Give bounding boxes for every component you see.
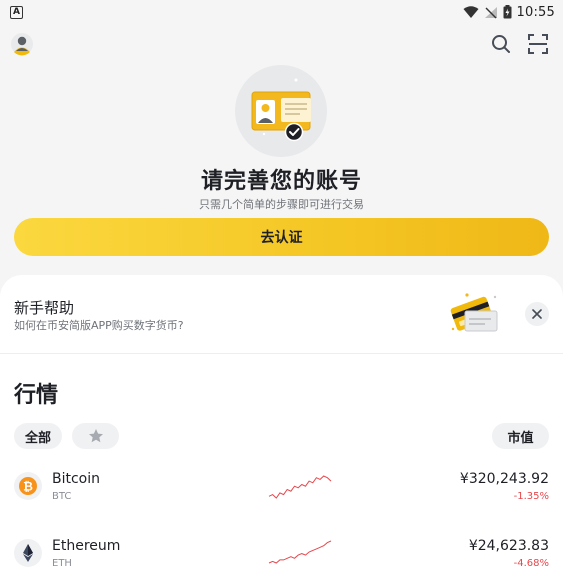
coin-name: Bitcoin — [52, 471, 101, 487]
verify-button[interactable]: 去认证 — [14, 218, 549, 256]
close-icon — [532, 309, 542, 319]
sparkline-line — [268, 475, 332, 499]
sort-market-cap-button[interactable]: 市值 — [492, 423, 549, 449]
market-row-eth[interactable]: Ethereum ETH ¥24,623.83 -4.68% — [0, 527, 563, 577]
clock: 10:55 — [516, 4, 555, 20]
credit-card-illustration — [450, 293, 498, 332]
hero-title: 请完善您的账号 — [200, 169, 362, 194]
market-title: 行情 — [14, 383, 59, 408]
search-icon[interactable] — [490, 33, 512, 55]
id-card-illustration — [235, 65, 327, 157]
filter-favorites-tab[interactable] — [72, 423, 119, 449]
sparkline-chart — [268, 475, 332, 499]
svg-text:₿: ₿ — [23, 480, 33, 494]
wifi-icon — [463, 5, 479, 18]
bitcoin-icon: ₿ — [14, 472, 42, 500]
a-letter-icon: A — [10, 5, 23, 19]
help-card-title[interactable]: 新手帮助 — [14, 297, 74, 318]
coin-name: Ethereum — [52, 538, 121, 554]
coin-price: ¥320,243.92 — [459, 471, 549, 487]
star-icon — [88, 429, 103, 443]
user-avatar-icon[interactable] — [10, 32, 34, 56]
coin-symbol: ETH — [52, 558, 72, 569]
scan-icon[interactable] — [527, 33, 549, 55]
close-help-button[interactable] — [525, 302, 549, 326]
battery-icon — [503, 5, 512, 19]
coin-price: ¥24,623.83 — [468, 538, 549, 554]
status-bar: A 10:55 — [0, 0, 563, 24]
help-card-subtitle[interactable]: 如何在币安简版APP购买数字货币? — [14, 317, 184, 333]
divider — [0, 353, 563, 354]
no-signal-icon — [484, 6, 497, 18]
hero-subtitle: 只需几个简单的步骤即可进行交易 — [199, 198, 364, 211]
sparkline-chart — [268, 540, 332, 564]
market-row-btc[interactable]: ₿ Bitcoin BTC ¥320,243.92 -1.35% — [0, 460, 563, 520]
coin-symbol: BTC — [52, 491, 72, 502]
filter-all-tab[interactable]: 全部 — [14, 423, 62, 449]
sparkline-line — [268, 540, 332, 564]
ethereum-icon — [14, 539, 42, 567]
coin-change: -1.35% — [513, 491, 549, 502]
coin-change: -4.68% — [513, 558, 549, 569]
